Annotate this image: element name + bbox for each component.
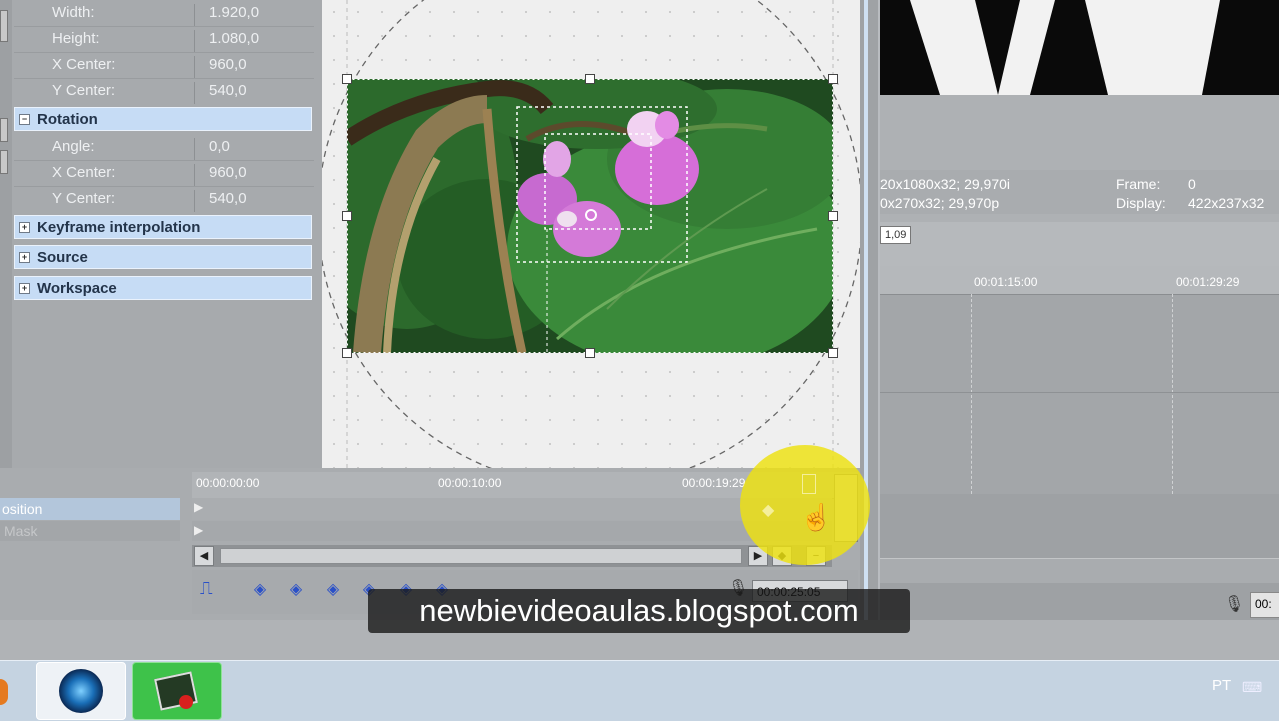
mic-icon[interactable]: 🎙 xyxy=(1224,594,1244,614)
crop-handle-bottom-left[interactable] xyxy=(342,348,352,358)
section-rotation[interactable]: − Rotation xyxy=(14,107,312,131)
property-label: Height: xyxy=(52,30,100,47)
property-value[interactable]: 540,0 xyxy=(194,190,313,212)
taskbar-app-vegas[interactable] xyxy=(132,662,222,720)
sync-cursor-icon[interactable]: ⎍ xyxy=(200,578,213,599)
section-title: Workspace xyxy=(37,280,117,297)
preview-info: 0x270x32; 29,970p xyxy=(880,195,1000,211)
crop-handle-bottom[interactable] xyxy=(585,348,595,358)
timeline-lower: 🎙 00: xyxy=(880,494,1279,620)
keyboard-icon[interactable]: ⌨ xyxy=(1242,679,1262,696)
property-row-width[interactable]: Width: 1.920,0 xyxy=(14,0,314,26)
section-title: Rotation xyxy=(37,111,98,128)
property-value[interactable]: 1.920,0 xyxy=(194,4,313,26)
crop-handle-top-right[interactable] xyxy=(828,74,838,84)
display-value: 422x237x32 xyxy=(1188,195,1265,211)
preview-status: 20x1080x32; 29,970i 0x270x32; 29,970p Fr… xyxy=(880,170,1279,214)
record-badge-icon xyxy=(179,695,193,709)
property-value[interactable]: 960,0 xyxy=(194,164,313,186)
cursor-time-badge[interactable]: 1,09 xyxy=(880,226,912,244)
panel-edge xyxy=(0,0,12,468)
frame-label: Frame: xyxy=(1116,176,1161,192)
track-label-mask[interactable]: Mask xyxy=(0,521,180,541)
property-row-rotation-x-center[interactable]: X Center: 960,0 xyxy=(14,160,314,186)
timeline-tick: 00:01:29:29 xyxy=(1176,275,1240,289)
property-value[interactable]: 960,0 xyxy=(194,56,313,78)
crop-handle-bottom-right[interactable] xyxy=(828,348,838,358)
timeline-tick: 00:01:15:00 xyxy=(974,275,1038,289)
flower-photo xyxy=(347,79,833,353)
preview-image[interactable] xyxy=(347,79,833,353)
track-label-position[interactable]: osition xyxy=(0,498,180,520)
expand-icon[interactable]: + xyxy=(19,222,30,233)
section-source[interactable]: + Source xyxy=(14,245,312,269)
position-track[interactable]: ▶ xyxy=(192,498,832,520)
property-label: Y Center: xyxy=(52,82,116,99)
property-row-rotation-y-center[interactable]: Y Center: 540,0 xyxy=(14,186,314,212)
hand-cursor-icon: ☝ xyxy=(800,502,833,532)
keyframe-diamond-icon[interactable]: ◆ xyxy=(762,500,774,520)
language-indicator[interactable]: PT xyxy=(1212,677,1231,694)
collapse-icon[interactable]: − xyxy=(19,114,30,125)
track-label-text: osition xyxy=(2,501,43,517)
track-label-text: Mask xyxy=(4,523,38,539)
property-row-y-center[interactable]: Y Center: 540,0 xyxy=(14,78,314,104)
section-workspace[interactable]: + Workspace xyxy=(14,276,312,300)
time-field[interactable]: 00: xyxy=(1250,592,1279,618)
first-keyframe-icon[interactable]: ◈ xyxy=(248,578,272,602)
handle-icon[interactable] xyxy=(0,10,8,42)
track-marker-icon: ▶ xyxy=(194,500,204,514)
ruler-time: 00:00:19:29 xyxy=(682,476,746,490)
handle-icon[interactable] xyxy=(0,118,8,142)
property-value[interactable]: 0,0 xyxy=(194,138,313,160)
property-row-x-center[interactable]: X Center: 960,0 xyxy=(14,52,314,78)
mask-track[interactable]: ▶ xyxy=(192,521,832,541)
handle-icon[interactable] xyxy=(0,150,8,174)
track-marker-icon: ▶ xyxy=(194,523,204,537)
media-player-icon xyxy=(59,669,103,713)
property-label: X Center: xyxy=(52,164,116,181)
property-row-height[interactable]: Height: 1.080,0 xyxy=(14,26,314,52)
property-label: Width: xyxy=(52,4,95,21)
scroll-thumb[interactable] xyxy=(220,548,742,564)
property-label: Y Center: xyxy=(52,190,116,207)
section-title: Keyframe interpolation xyxy=(37,219,201,236)
expand-icon[interactable]: + xyxy=(19,283,30,294)
display-label: Display: xyxy=(1116,195,1166,211)
keyframe-scrollbar[interactable]: ◀ ▶ ◆ − xyxy=(192,545,832,567)
section-title: Source xyxy=(37,249,88,266)
property-label: X Center: xyxy=(52,56,116,73)
taskbar-app-media[interactable] xyxy=(36,662,126,720)
browser-icon[interactable] xyxy=(0,679,8,705)
video-preview xyxy=(880,0,1279,95)
create-keyframe-icon[interactable]: ◈ xyxy=(321,578,345,602)
playhead-marker-icon[interactable] xyxy=(802,474,816,494)
main-timeline[interactable]: 00:01:15:00 00:01:29:29 xyxy=(880,266,1279,494)
crop-handle-left[interactable] xyxy=(342,211,352,221)
crop-handle-right[interactable] xyxy=(828,211,838,221)
ruler-time: 00:00:10:00 xyxy=(438,476,502,490)
ruler-time: 00:00:00:00 xyxy=(196,476,260,490)
property-value[interactable]: 1.080,0 xyxy=(194,30,313,52)
section-keyframe-interpolation[interactable]: + Keyframe interpolation xyxy=(14,215,312,239)
scroll-left-icon[interactable]: ◀ xyxy=(194,546,214,566)
property-label: Angle: xyxy=(52,138,95,155)
timeline-header: 1,09 xyxy=(880,222,1279,266)
crop-handle-top[interactable] xyxy=(585,74,595,84)
crop-handle-top-left[interactable] xyxy=(342,74,352,84)
watermark-caption: newbievideoaulas.blogspot.com xyxy=(368,589,910,633)
expand-icon[interactable]: + xyxy=(19,252,30,263)
previous-keyframe-icon[interactable]: ◈ xyxy=(284,578,308,602)
property-value[interactable]: 540,0 xyxy=(194,82,313,104)
frame-value: 0 xyxy=(1188,176,1196,192)
project-info: 20x1080x32; 29,970i xyxy=(880,176,1010,192)
preview-frame-graphic xyxy=(910,0,1220,95)
property-row-angle[interactable]: Angle: 0,0 xyxy=(14,134,314,160)
